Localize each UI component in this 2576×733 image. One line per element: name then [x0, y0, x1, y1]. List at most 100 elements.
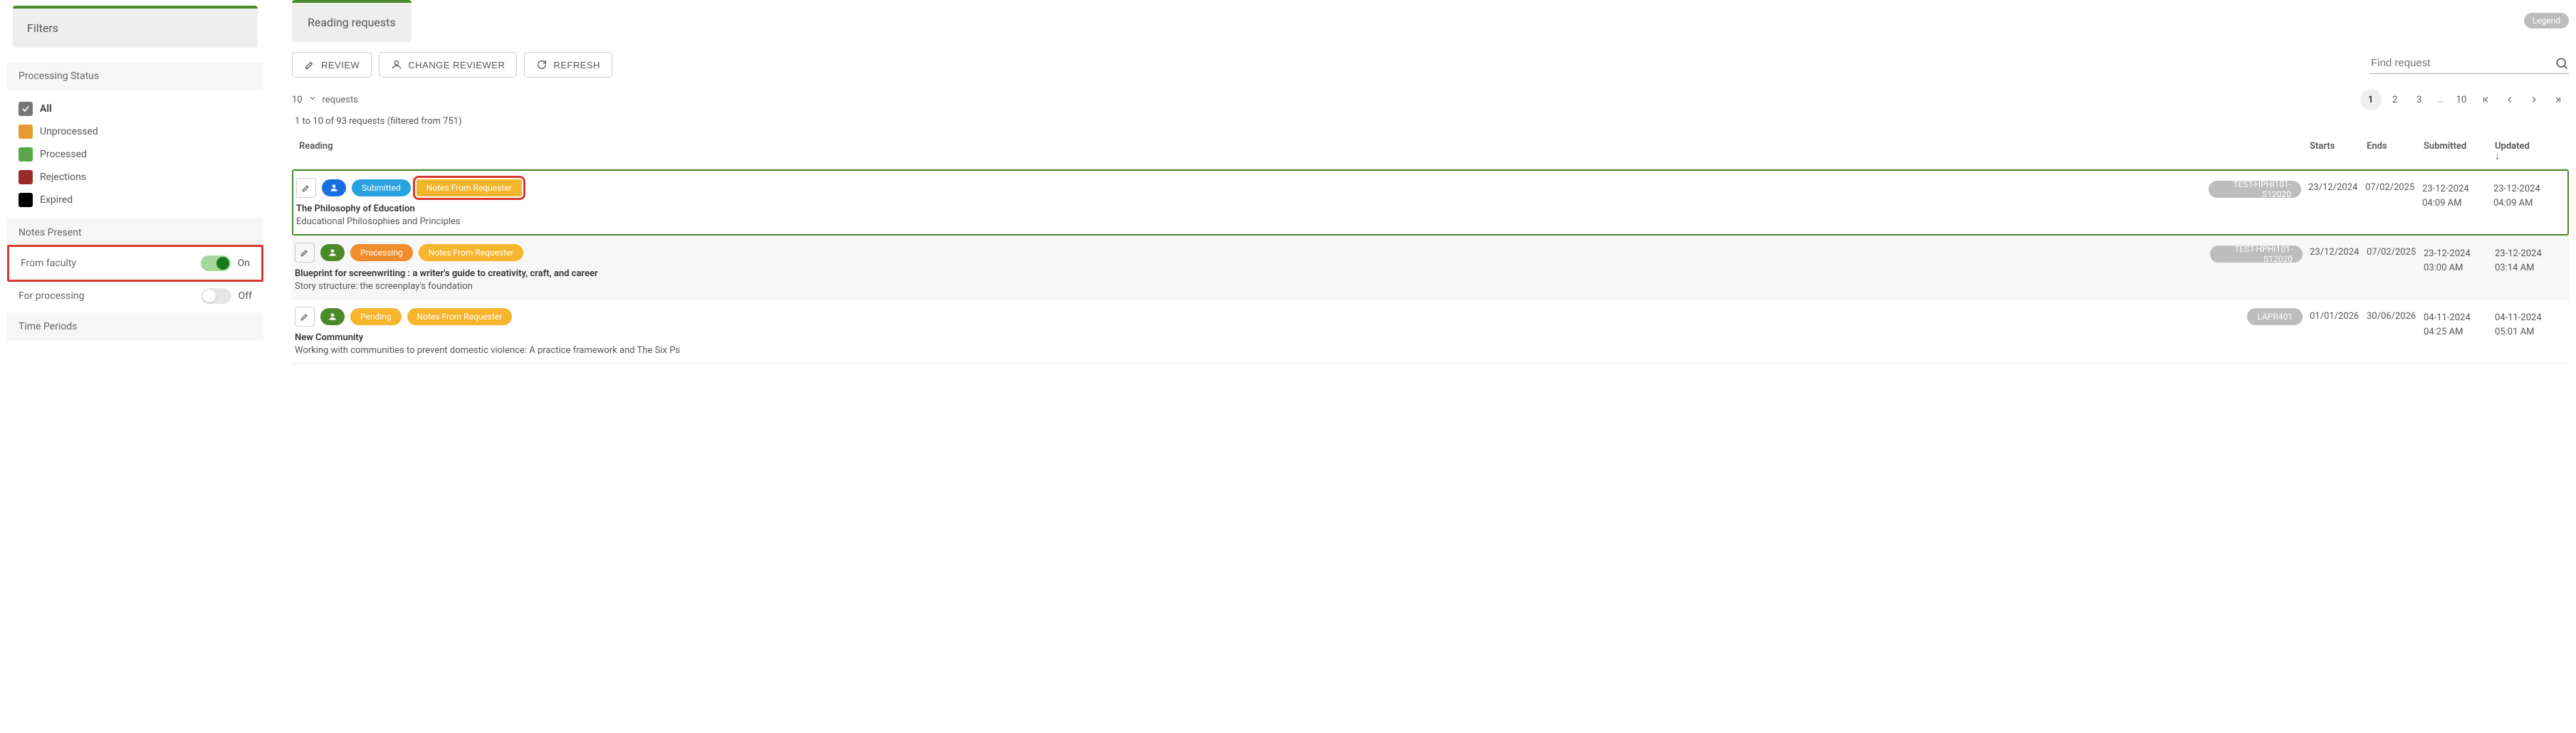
- refresh-icon: [536, 59, 548, 70]
- table-row[interactable]: Pending Notes From Requester New Community…: [292, 300, 2569, 364]
- review-button[interactable]: REVIEW: [292, 52, 372, 78]
- chevron-down-icon: [308, 94, 317, 105]
- ends-date: 07/02/2025: [2365, 178, 2422, 227]
- sort-down-icon: ↓: [2495, 152, 2566, 162]
- status-label: Rejections: [40, 172, 86, 183]
- status-label: Processed: [40, 149, 87, 160]
- processing-status-label: Processing Status: [7, 62, 263, 90]
- reading-requests-panel: Reading requests Legend REVIEW CHANGE RE…: [292, 0, 2569, 364]
- pagination: 1 2 3 … 10: [2360, 89, 2569, 110]
- status-swatch: [19, 170, 33, 184]
- ends-date: 07/02/2025: [2367, 243, 2424, 292]
- page-ellipsis: …: [2433, 94, 2448, 105]
- page-first-button[interactable]: [2475, 89, 2496, 110]
- for-processing-state: Off: [239, 290, 252, 302]
- edit-row-button[interactable]: [295, 307, 315, 327]
- notes-badge: Notes From Requester: [419, 244, 524, 261]
- submitted-datetime: 04-11-202404:25 AM: [2424, 307, 2495, 356]
- notes-badge: Notes From Requester: [407, 308, 513, 325]
- updated-datetime: 23-12-202404:09 AM: [2493, 178, 2565, 227]
- requester-avatar: [322, 179, 346, 196]
- page-1[interactable]: 1: [2360, 89, 2382, 110]
- for-processing-toggle[interactable]: [201, 288, 231, 304]
- status-label: Unprocessed: [40, 126, 98, 137]
- notes-badge: Notes From Requester: [417, 179, 522, 196]
- person-icon: [391, 59, 402, 70]
- edit-row-button[interactable]: [296, 178, 316, 198]
- status-label: Expired: [40, 194, 73, 206]
- refresh-button-label: REFRESH: [553, 60, 600, 70]
- reading-title: Blueprint for screenwriting : a writer's…: [295, 268, 2210, 279]
- page-size-suffix: requests: [323, 95, 358, 105]
- col-submitted[interactable]: Submitted: [2424, 141, 2495, 162]
- table-row[interactable]: Processing Notes From Requester Blueprint …: [292, 236, 2569, 300]
- change-reviewer-button-label: CHANGE REVIEWER: [408, 60, 505, 70]
- page-2[interactable]: 2: [2384, 89, 2406, 110]
- legend-button[interactable]: Legend: [2524, 13, 2569, 28]
- status-filter-unprocessed[interactable]: Unprocessed: [19, 120, 252, 143]
- status-filter-all[interactable]: All: [19, 97, 252, 120]
- col-starts[interactable]: Starts: [2310, 141, 2367, 162]
- edit-row-button[interactable]: [295, 243, 315, 263]
- filters-title: Filters: [13, 6, 258, 48]
- status-badge: Pending: [350, 308, 402, 325]
- page-last-button[interactable]: [2548, 89, 2569, 110]
- refresh-button[interactable]: REFRESH: [524, 52, 612, 78]
- page-3[interactable]: 3: [2409, 89, 2430, 110]
- status-filter-processed[interactable]: Processed: [19, 143, 252, 166]
- from-faculty-toggle-row[interactable]: From faculty On: [7, 245, 263, 282]
- starts-date: 23/12/2024: [2310, 243, 2367, 292]
- submitted-datetime: 23-12-202403:00 AM: [2424, 243, 2495, 292]
- updated-datetime: 04-11-202405:01 AM: [2495, 307, 2566, 356]
- page-size-value: 10: [292, 95, 303, 105]
- reading-subtitle: Working with communities to prevent dome…: [295, 345, 2210, 356]
- change-reviewer-button[interactable]: CHANGE REVIEWER: [379, 52, 517, 78]
- from-faculty-toggle[interactable]: [201, 255, 231, 271]
- course-code-badge: TEST-HPHI101-S12020: [2209, 181, 2301, 198]
- for-processing-label: For processing: [19, 290, 84, 302]
- page-title: Reading requests: [292, 0, 412, 42]
- page-next-button[interactable]: [2523, 89, 2545, 110]
- starts-date: 23/12/2024: [2308, 178, 2365, 227]
- from-faculty-label: From faculty: [21, 258, 76, 269]
- updated-datetime: 23-12-202403:14 AM: [2495, 243, 2566, 292]
- status-badge: Submitted: [352, 179, 411, 196]
- notes-present-label: Notes Present: [7, 218, 263, 247]
- submitted-datetime: 23-12-202404:09 AM: [2422, 178, 2493, 227]
- reading-title: The Philosophy of Education: [296, 204, 2209, 214]
- table-row[interactable]: Submitted Notes From Requester The Philoso…: [292, 169, 2569, 236]
- time-periods-label: Time Periods: [7, 312, 263, 341]
- status-swatch: [19, 125, 33, 139]
- col-ends[interactable]: Ends: [2367, 141, 2424, 162]
- reading-subtitle: Educational Philosophies and Principles: [296, 216, 2209, 227]
- status-filter-rejections[interactable]: Rejections: [19, 166, 252, 189]
- reading-title: New Community: [295, 332, 2210, 343]
- status-swatch: [19, 193, 33, 207]
- results-summary: 1 to 10 of 93 requests (filtered from 75…: [292, 116, 2569, 127]
- for-processing-toggle-row[interactable]: For processing Off: [7, 280, 263, 312]
- reading-subtitle: Story structure: the screenplay's founda…: [295, 281, 2210, 292]
- col-reading[interactable]: Reading: [295, 141, 2210, 162]
- starts-date: 01/01/2026: [2310, 307, 2367, 356]
- course-code-badge: TEST-HPHI101-S12020: [2210, 246, 2303, 263]
- status-swatch: [19, 102, 33, 116]
- search-field[interactable]: [2370, 56, 2569, 74]
- page-size-control[interactable]: 10 requests: [292, 94, 358, 105]
- status-swatch: [19, 147, 33, 162]
- search-input[interactable]: [2370, 56, 2555, 70]
- status-label: All: [40, 103, 52, 115]
- review-button-label: REVIEW: [321, 60, 360, 70]
- ends-date: 30/06/2026: [2367, 307, 2424, 356]
- requester-avatar: [320, 244, 345, 261]
- table-header: Reading Starts Ends Submitted Updated ↓: [292, 134, 2569, 169]
- status-filter-expired[interactable]: Expired: [19, 189, 252, 211]
- col-updated[interactable]: Updated ↓: [2495, 141, 2566, 162]
- requester-avatar: [320, 308, 345, 325]
- course-code-badge: LAPR401: [2247, 308, 2303, 325]
- page-last[interactable]: 10: [2451, 89, 2472, 110]
- search-icon: [2555, 56, 2569, 70]
- filters-panel: Filters Processing Status All Unprocessed…: [7, 0, 263, 364]
- status-badge: Processing: [350, 244, 413, 261]
- col-updated-label: Updated: [2495, 141, 2530, 152]
- page-prev-button[interactable]: [2499, 89, 2520, 110]
